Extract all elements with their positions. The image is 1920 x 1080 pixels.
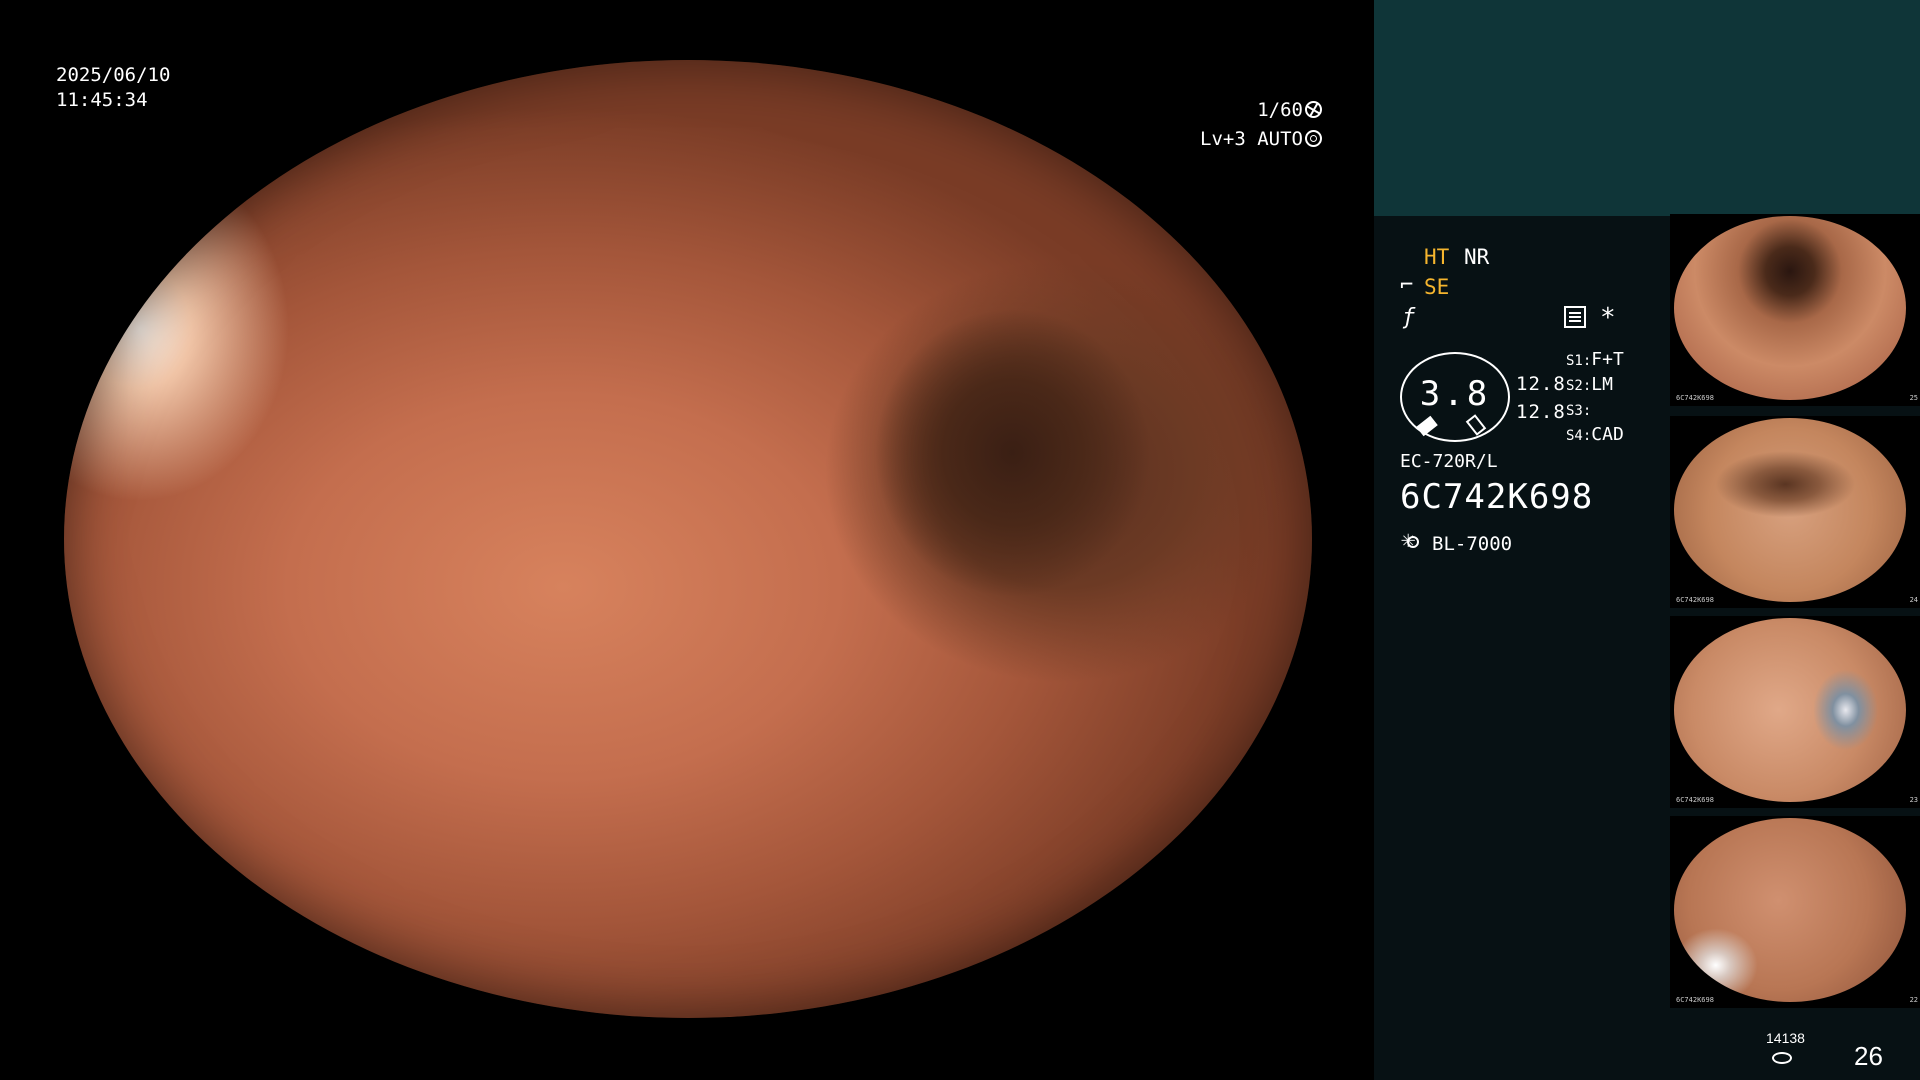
shutter-speed-label: 1/60 <box>1257 99 1303 121</box>
aperture-icon <box>1305 101 1322 118</box>
capture-thumbnail[interactable]: 6C742K698 22 <box>1670 816 1920 1008</box>
thumbnail-index: 22 <box>1909 996 1918 1004</box>
slot-s1: S1:F+T <box>1566 349 1624 370</box>
thumbnail-image <box>1674 216 1906 400</box>
thumbnail-image <box>1674 618 1906 802</box>
menu-list-icon <box>1564 306 1586 328</box>
slot-s3: S3: <box>1566 403 1592 419</box>
thumbnail-caption: 6C742K698 <box>1676 996 1714 1004</box>
gauge-left-marker-icon <box>1416 415 1438 437</box>
page-number: 26 <box>1854 1041 1883 1071</box>
panel-header-area <box>1374 0 1920 216</box>
f-icon: ƒ <box>1402 305 1416 330</box>
thumbnail-caption: 6C742K698 <box>1676 394 1714 402</box>
nr-mode-label: NR <box>1464 245 1490 269</box>
zoom-gauge-value: 3.8 <box>1419 374 1491 414</box>
capture-thumbnail[interactable]: 6C742K698 24 <box>1670 416 1920 608</box>
star-marker: * <box>1600 303 1616 333</box>
thumbnail-index: 25 <box>1909 394 1918 402</box>
capture-thumbnail[interactable]: 6C742K698 25 <box>1670 214 1920 406</box>
shutter-speed: 1/60 <box>1190 97 1322 123</box>
gauge-right-marker-icon <box>1465 414 1487 436</box>
endoscope-live-image <box>64 60 1312 1018</box>
storage-disk-icon <box>1772 1050 1792 1066</box>
endoscope-main-view: 2025/06/10 11:45:34 1/60 Lv+3 AUTO <box>0 0 1374 1080</box>
slot-s2: S2:LM <box>1566 374 1613 395</box>
thumbnail-image <box>1674 418 1906 602</box>
thumbnail-index: 23 <box>1909 796 1918 804</box>
capture-time: 11:45:34 <box>56 89 148 111</box>
image-count: 14138 <box>1766 1030 1805 1046</box>
capture-thumbnail[interactable]: 6C742K698 23 <box>1670 616 1920 808</box>
reading-2: 12.8 <box>1516 401 1566 423</box>
thumbnail-index: 24 <box>1909 596 1918 604</box>
light-source-icon <box>1401 525 1424 553</box>
slot-s4: S4:CAD <box>1566 424 1624 445</box>
thumbnail-caption: 6C742K698 <box>1676 796 1714 804</box>
thumbnail-image <box>1674 818 1906 1002</box>
scope-model: EC-720R/L <box>1400 451 1498 472</box>
brightness-level: Lv+3 AUTO <box>1190 126 1322 152</box>
zoom-gauge: 3.8 <box>1400 352 1510 442</box>
se-mode-label: SE <box>1424 275 1450 299</box>
light-source-model: BL-7000 <box>1432 533 1513 555</box>
scope-serial: 6C742K698 <box>1400 477 1594 517</box>
info-side-panel: HT NR ⌐ SE ƒ * 3.8 12.8 12.8 S1:F+T S2:L… <box>1374 0 1920 1080</box>
auto-exposure-icon <box>1305 130 1322 147</box>
scope-se-icon: ⌐ <box>1400 273 1414 298</box>
brightness-level-label: Lv+3 AUTO <box>1200 128 1303 150</box>
reading-1: 12.8 <box>1516 373 1566 395</box>
capture-date: 2025/06/10 <box>56 64 171 86</box>
ht-mode-label: HT <box>1424 245 1450 269</box>
thumbnail-caption: 6C742K698 <box>1676 596 1714 604</box>
